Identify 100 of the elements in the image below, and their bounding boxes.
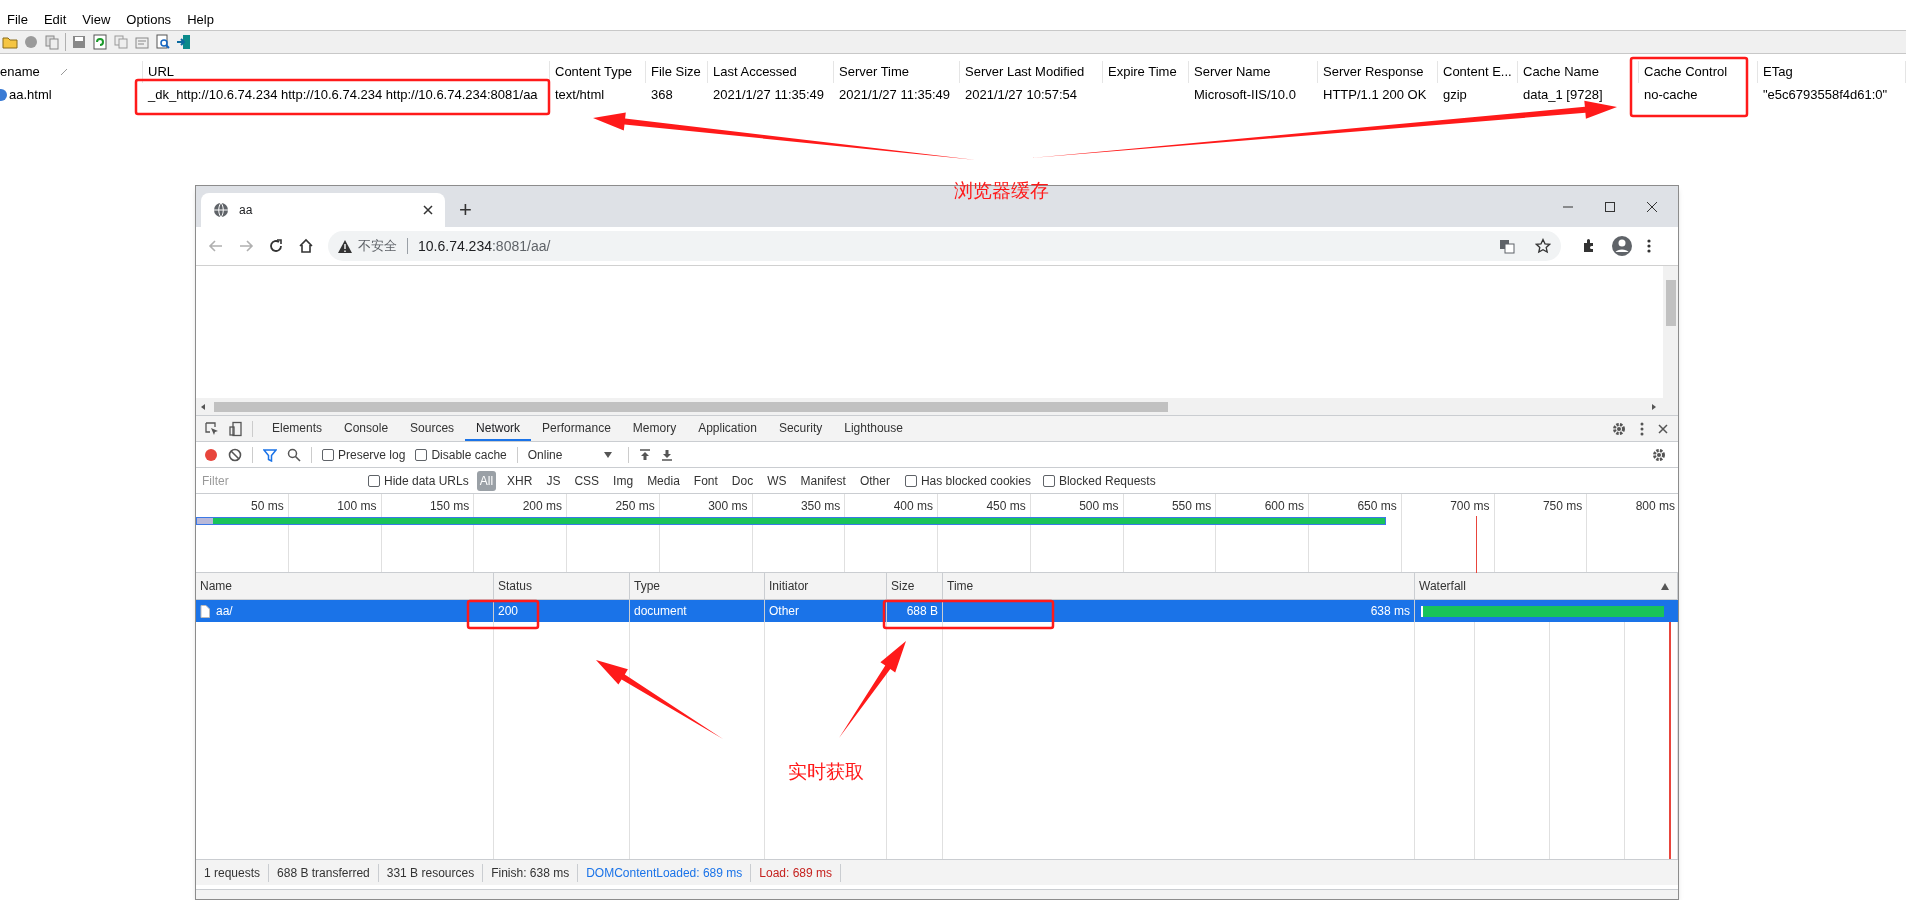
- settings-icon[interactable]: [1612, 421, 1626, 436]
- devtools-tab[interactable]: Network: [465, 416, 532, 441]
- menu-item[interactable]: Edit: [42, 10, 68, 30]
- document-icon: [200, 604, 210, 618]
- column-header[interactable]: Last Accessed: [713, 62, 797, 82]
- refresh-icon[interactable]: [92, 34, 108, 50]
- browser-tab[interactable]: aa: [201, 193, 445, 227]
- checkbox[interactable]: Preserve log: [322, 445, 406, 464]
- type-filter-button[interactable]: Img: [610, 470, 637, 491]
- account-icon[interactable]: [1611, 235, 1633, 257]
- record-icon[interactable]: [204, 447, 218, 462]
- column-header[interactable]: Time: [947, 577, 1406, 595]
- menu-item[interactable]: File: [6, 10, 29, 30]
- horizontal-scrollbar[interactable]: [196, 398, 1678, 415]
- table-cell-text: _dk_http://10.6.74.234 http://10.6.74.234 http://10.6.74.234:8081/aa: [148, 86, 538, 105]
- column-header[interactable]: Initiator: [769, 577, 878, 595]
- table-row[interactable]: aa/ 200 document Other 688 B 638 ms: [196, 600, 1678, 622]
- status-text: Load: 689 ms: [751, 863, 841, 882]
- home-icon[interactable]: [298, 238, 314, 254]
- table-cell-text: text/html: [555, 86, 605, 105]
- filter-icon[interactable]: [263, 447, 277, 462]
- tick-label: 700 ms: [1450, 498, 1490, 511]
- tick-label: 250 ms: [615, 498, 655, 511]
- column-header[interactable]: Status: [498, 577, 621, 595]
- table-cell-text: gzip: [1443, 86, 1467, 105]
- column-header[interactable]: Cache Name: [1523, 62, 1599, 82]
- url-text[interactable]: 10.6.74.234:8081/aa/: [418, 235, 1493, 257]
- checkbox[interactable]: Blocked Requests: [1042, 471, 1156, 490]
- clear-icon[interactable]: [228, 447, 242, 462]
- column-header[interactable]: Server Last Modified: [965, 62, 1085, 82]
- devtools-tab[interactable]: Sources: [399, 416, 466, 441]
- column-header[interactable]: Name: [200, 577, 485, 595]
- checkbox[interactable]: Disable cache: [415, 445, 507, 464]
- type-filter-button[interactable]: Font: [690, 470, 721, 491]
- column-header[interactable]: Server Response: [1323, 62, 1424, 82]
- star-icon[interactable]: [1535, 238, 1551, 254]
- status-text: 331 B resources: [378, 863, 484, 882]
- column-header[interactable]: Type: [634, 577, 756, 595]
- devtools-tab[interactable]: Memory: [621, 416, 688, 441]
- tick-label: 50 ms: [251, 498, 284, 511]
- close-icon[interactable]: [423, 205, 433, 215]
- column-header[interactable]: Content Type: [555, 62, 633, 82]
- menu-dots-icon[interactable]: [1640, 421, 1644, 436]
- tick-label: 100 ms: [337, 498, 377, 511]
- new-tab-button[interactable]: +: [459, 199, 472, 221]
- tick-label: 300 ms: [708, 498, 748, 511]
- type-filter-button[interactable]: CSS: [571, 470, 603, 491]
- file-icon: [0, 88, 8, 102]
- device-icon[interactable]: [228, 420, 244, 437]
- status-text: 688 B transferred: [269, 863, 379, 882]
- column-header[interactable]: Server Time: [839, 62, 910, 82]
- search-icon[interactable]: [155, 34, 171, 50]
- menu-dots-icon[interactable]: [1647, 238, 1651, 254]
- type-filter-button[interactable]: JS: [543, 470, 564, 491]
- exit-icon[interactable]: [176, 34, 192, 50]
- column-header[interactable]: Expire Time: [1108, 62, 1177, 82]
- devtools-tab[interactable]: Console: [333, 416, 400, 441]
- column-header[interactable]: Waterfall: [1419, 577, 1661, 595]
- column-header[interactable]: File Size: [651, 62, 701, 82]
- folder-icon[interactable]: [2, 34, 18, 50]
- menu-item[interactable]: Options: [125, 10, 173, 30]
- scroll-left-icon[interactable]: [199, 402, 207, 411]
- settings-icon[interactable]: [1652, 447, 1666, 462]
- devtools-tab[interactable]: Performance: [531, 416, 622, 441]
- upload-icon[interactable]: [638, 448, 651, 461]
- checkbox[interactable]: Has blocked cookies: [904, 471, 1031, 490]
- devtools-tab[interactable]: Elements: [261, 416, 334, 441]
- column-header[interactable]: ETag: [1763, 62, 1793, 82]
- checkbox[interactable]: Hide data URLs: [368, 471, 469, 490]
- table-cell-text: 368: [651, 86, 673, 105]
- column-header[interactable]: Server Name: [1194, 62, 1271, 82]
- close-icon[interactable]: [1658, 423, 1668, 434]
- devtools-tab[interactable]: Application: [687, 416, 768, 441]
- type-filter-button[interactable]: Other: [856, 470, 893, 491]
- column-header[interactable]: Content E...: [1443, 62, 1512, 82]
- maximize-icon[interactable]: [1604, 200, 1616, 213]
- type-filter-button[interactable]: Media: [644, 470, 683, 491]
- inspect-icon[interactable]: [204, 420, 220, 437]
- devtools-tab[interactable]: Security: [767, 416, 834, 441]
- throttling-dropdown[interactable]: Online: [527, 445, 612, 464]
- menu-item[interactable]: Help: [186, 10, 215, 30]
- close-icon[interactable]: [1646, 200, 1658, 213]
- address-bar[interactable]: 不安全 10.6.74.234:8081/aa/: [328, 231, 1561, 261]
- column-header[interactable]: Cache Control: [1644, 62, 1728, 82]
- column-header[interactable]: ename: [0, 62, 40, 82]
- scroll-right-icon[interactable]: [1650, 402, 1658, 411]
- type-filter-button[interactable]: Doc: [728, 470, 757, 491]
- column-header[interactable]: URL: [148, 62, 174, 82]
- type-filter-button[interactable]: XHR: [504, 470, 536, 491]
- download-icon[interactable]: [660, 448, 673, 461]
- reload-icon[interactable]: [268, 238, 284, 254]
- vertical-scrollbar[interactable]: [1663, 266, 1678, 398]
- column-header[interactable]: Size: [891, 577, 934, 595]
- type-filter-button[interactable]: WS: [764, 470, 790, 491]
- search-icon[interactable]: [287, 447, 301, 462]
- table-cell-text: 2021/1/27 11:35:49: [713, 86, 825, 105]
- menu-item[interactable]: View: [81, 10, 112, 30]
- translate-icon[interactable]: [1499, 238, 1515, 254]
- devtools-tab[interactable]: Lighthouse: [833, 416, 914, 441]
- type-filter-button[interactable]: Manifest: [797, 470, 849, 491]
